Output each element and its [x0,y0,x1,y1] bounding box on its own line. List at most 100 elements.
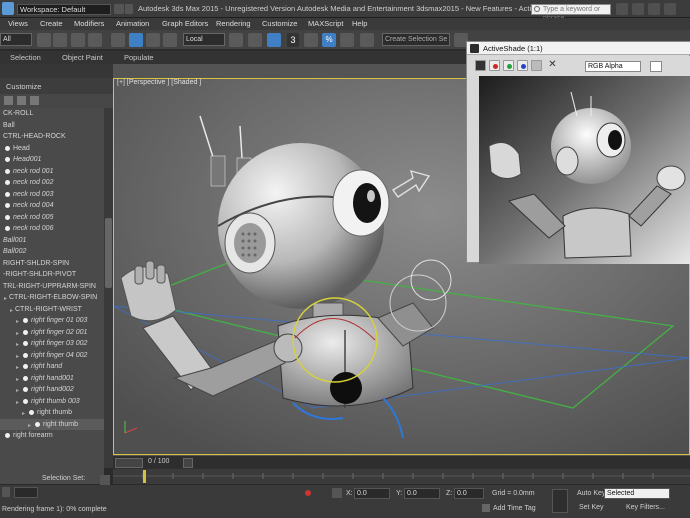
channel-green-button[interactable] [503,60,514,71]
light-bulb-icon[interactable] [29,410,34,415]
scene-tree-item[interactable]: Head001 [0,154,104,166]
select-manipulate-icon[interactable] [248,33,262,47]
menu-animation[interactable]: Animation [116,19,149,28]
select-move-icon[interactable] [111,33,125,47]
select-scale-icon[interactable] [146,33,160,47]
reference-coordinate-dropdown[interactable]: Local [183,33,225,46]
scene-tree-item[interactable]: Ball [0,120,104,132]
menu-customize[interactable]: Customize [262,19,297,28]
scene-tree-item[interactable]: neck rod 004 [0,200,104,212]
tab-object-paint[interactable]: Object Paint [62,53,103,62]
select-by-name-icon[interactable] [53,33,67,47]
scene-tree-item[interactable]: ▸ right finger 02 001 [0,327,104,339]
select-place-icon[interactable] [163,33,177,47]
light-bulb-icon[interactable] [23,387,28,392]
selection-set-field[interactable] [14,487,38,498]
scene-tree-item[interactable]: ▸ CTRL-RIGHT-ELBOW-SPIN [0,292,104,304]
menu-maxscript[interactable]: MAXScript [308,19,343,28]
lock-selection-icon[interactable] [2,487,10,497]
menu-help[interactable]: Help [352,19,367,28]
light-bulb-icon[interactable] [23,329,28,335]
scene-tree-item[interactable]: RIGHT-SHLDR-SPIN [0,258,104,270]
rectangular-selection-icon[interactable] [71,33,85,47]
search-input[interactable]: Type a keyword or phrase [531,4,611,22]
add-time-tag-button[interactable]: Add Time Tag [493,505,536,512]
angle-snap-icon[interactable] [304,33,318,47]
light-bulb-icon[interactable] [5,157,10,162]
menu-rendering[interactable]: Rendering [216,19,251,28]
light-bulb-icon[interactable] [5,214,10,220]
scene-tree-item[interactable]: ▸ CTRL-RIGHT-WRIST [0,304,104,316]
light-bulb-icon[interactable] [35,421,40,427]
select-object-icon[interactable] [37,33,51,47]
percent-snap-button[interactable]: % [322,33,336,47]
light-bulb-icon[interactable] [23,318,28,323]
quick-access-menu-icon[interactable] [125,4,133,14]
scene-scrollbar[interactable] [104,108,113,468]
scene-tree-item[interactable]: CTRL-HEAD-ROCK [0,131,104,143]
scene-tree-item[interactable]: ▸ right finger 03 002 [0,338,104,350]
scene-tree-item[interactable]: Ball002 [0,246,104,258]
light-bulb-icon[interactable] [5,203,10,208]
selection-set-icon[interactable] [100,475,110,485]
select-rotate-icon[interactable] [129,33,143,47]
scene-tree-item[interactable]: neck rod 005 [0,212,104,224]
menu-create[interactable]: Create [40,19,63,28]
light-bulb-icon[interactable] [23,352,28,358]
scene-tree-item[interactable]: ▸ right thumb [0,407,104,419]
light-bulb-icon[interactable] [5,145,10,151]
menu-views[interactable]: Views [8,19,28,28]
scene-tree-item[interactable]: ▸ right thumb 003 [0,396,104,408]
display-icon[interactable] [30,96,39,105]
isolate-selection-icon[interactable] [332,488,342,498]
menu-graph-editors[interactable]: Graph Editors [162,19,208,28]
light-bulb-icon[interactable] [5,168,10,174]
light-bulb-icon[interactable] [5,226,10,231]
pivot-center-icon[interactable] [229,33,243,47]
scene-tree-item[interactable]: -RIGHT-SHLDR-PIVOT [0,269,104,281]
light-bulb-icon[interactable] [5,180,10,185]
spinner-snap-icon[interactable] [340,33,354,47]
close-icon[interactable] [4,96,13,105]
display-channel-dropdown[interactable]: RGB Alpha [585,61,641,72]
track-bar[interactable] [113,469,690,484]
scene-tree-item[interactable]: ▸ right thumb [0,418,104,430]
scene-tree-item[interactable]: CK-ROLL [0,108,104,120]
light-bulb-icon[interactable] [23,341,28,346]
light-bulb-icon[interactable] [23,364,28,369]
customize-label[interactable]: Customize [6,82,41,91]
key-mode-dropdown[interactable]: Selected [604,488,670,499]
scene-tree-item[interactable]: ▸ right finger 01 003 [0,315,104,327]
edit-named-selection-icon[interactable] [360,33,374,47]
time-slider-prev-button[interactable] [115,458,143,468]
snaps-toggle-button[interactable]: 3 [287,33,299,47]
auto-key-button[interactable]: Auto Key [577,490,605,497]
filter-icon[interactable] [17,96,26,105]
scene-tree-item[interactable]: neck rod 001 [0,166,104,178]
account-icon[interactable] [648,3,660,15]
scene-tree-item[interactable]: Head [0,143,104,155]
scene-tree-item[interactable]: TRL-RIGHT-UPPRARM-SPIN [0,281,104,293]
tab-populate[interactable]: Populate [124,53,154,62]
scene-tree-item[interactable]: ▸ right finger 04 002 [0,350,104,362]
binoculars-icon[interactable] [616,3,628,15]
scene-tree-item[interactable]: Ball001 [0,235,104,247]
channel-red-button[interactable] [489,60,500,71]
scrollbar-thumb[interactable] [105,218,112,288]
channel-blue-button[interactable] [517,60,528,71]
workspace-dropdown[interactable]: Workspace: Default [17,4,111,15]
time-slider[interactable]: 0 / 100 [113,455,690,469]
selection-filter-dropdown[interactable]: All [0,33,32,46]
favorites-icon[interactable] [632,3,644,15]
x-coordinate-field[interactable]: 0.0 [354,488,390,499]
scene-tree-item[interactable]: neck rod 003 [0,189,104,201]
key-filters-button[interactable]: Key Filters... [626,504,665,511]
window-crossing-icon[interactable] [88,33,102,47]
help-icon[interactable] [664,3,676,15]
scene-tree-item[interactable]: right forearm [0,430,104,442]
set-key-button[interactable]: Set Key [579,504,604,511]
clear-icon[interactable]: ✕ [547,60,558,71]
menu-modifiers[interactable]: Modifiers [74,19,104,28]
y-coordinate-field[interactable]: 0.0 [404,488,440,499]
scene-tree-item[interactable]: neck rod 006 [0,223,104,235]
